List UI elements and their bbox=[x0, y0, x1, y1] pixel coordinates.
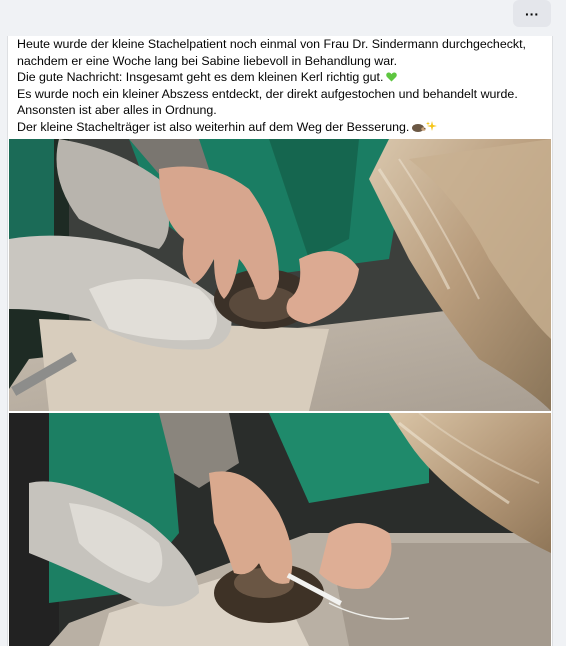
green-heart-icon bbox=[386, 70, 398, 82]
hedgehog-icon bbox=[412, 120, 427, 132]
post-line-3-text: Die gute Nachricht: Insgesamt geht es de… bbox=[17, 70, 384, 84]
sparkles-icon bbox=[426, 120, 438, 131]
more-horizontal-icon: ··· bbox=[525, 5, 539, 22]
post-text: Heute wurde der kleine Stachelpatient no… bbox=[17, 36, 545, 135]
photo-hedgehog-examination-1[interactable] bbox=[9, 139, 551, 411]
post-line-6: Der kleine Stachelträger ist also weiter… bbox=[17, 119, 545, 136]
photo-hedgehog-examination-2[interactable] bbox=[9, 413, 551, 646]
more-options-button[interactable]: ··· bbox=[513, 0, 551, 27]
photo-1-image bbox=[9, 139, 551, 411]
post-line-4: Es wurde noch ein kleiner Abszess entdec… bbox=[17, 86, 518, 101]
post-line-6-text: Der kleine Stachelträger ist also weiter… bbox=[17, 119, 410, 134]
post-line-3: Die gute Nachricht: Insgesamt geht es de… bbox=[17, 69, 545, 86]
post-line-2: nachdem er eine Woche lang bei Sabine li… bbox=[17, 53, 398, 68]
top-bar: ··· bbox=[0, 0, 566, 36]
post-line-1: Heute wurde der kleine Stachelpatient no… bbox=[17, 37, 526, 51]
post-card: Heute wurde der kleine Stachelpatient no… bbox=[7, 36, 553, 646]
photo-2-image bbox=[9, 413, 551, 646]
post-line-5: Ansonsten ist aber alles in Ordnung. bbox=[17, 103, 217, 117]
